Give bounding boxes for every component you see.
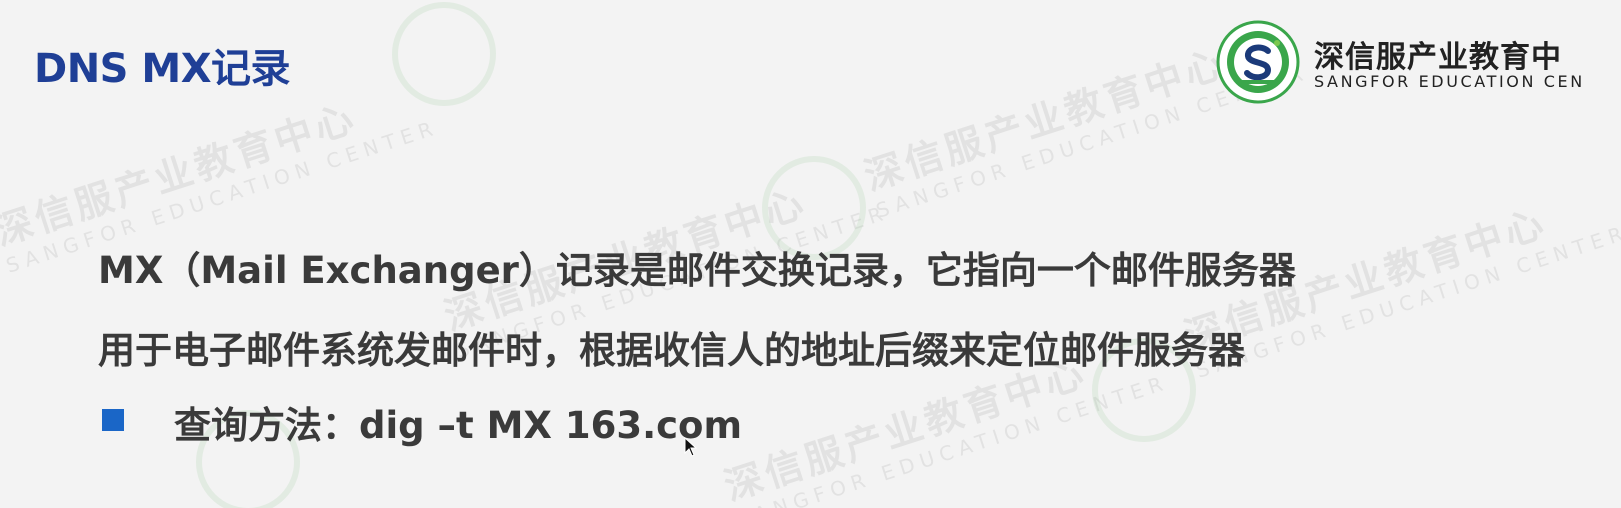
body-line-mx-definition: MX（Mail Exchanger）记录是邮件交换记录，它指向一个邮件服务器 [98, 249, 1296, 292]
company-logo: 深信服产业教育中 SANGFOR EDUCATION CEN [1216, 20, 1621, 104]
square-bullet-icon [102, 409, 124, 431]
slide-title: DNS MX记录 [34, 46, 291, 92]
sangfor-seal-icon [1216, 20, 1300, 104]
logo-name-en: SANGFOR EDUCATION CEN [1314, 72, 1585, 91]
bullet-text: 查询方法：dig –t MX 163.com [174, 404, 743, 447]
watermark-seal-icon [392, 2, 496, 106]
body-line-mx-purpose: 用于电子邮件系统发邮件时，根据收信人的地址后缀来定位邮件服务器 [98, 329, 1245, 372]
logo-name-cn: 深信服产业教育中 [1314, 40, 1562, 75]
mouse-cursor-icon [684, 437, 698, 457]
